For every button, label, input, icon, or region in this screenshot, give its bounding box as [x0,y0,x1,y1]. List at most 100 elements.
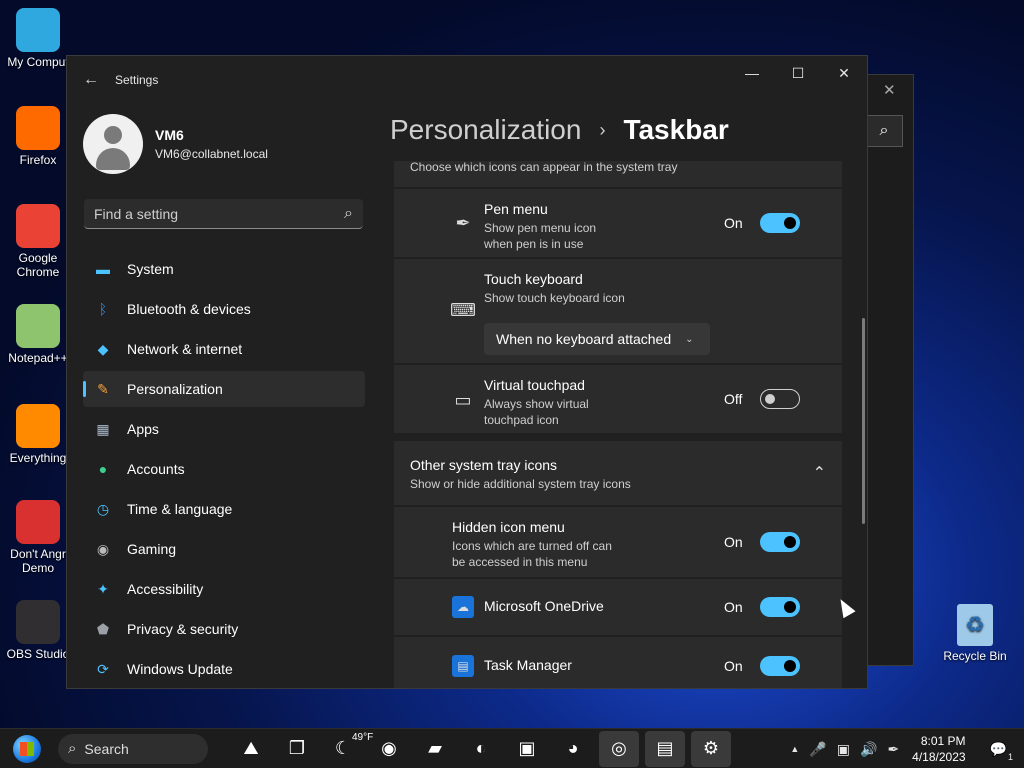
taskbar-search-label: Search [84,740,129,757]
weather-temp: 49°F [352,732,374,743]
content-scrollbar[interactable] [862,318,865,524]
chrome-icon[interactable]: ◕ [553,731,593,767]
sidebar-item-personalization[interactable]: ✎ Personalization [83,371,365,407]
obs-icon [16,600,60,644]
sidebar-item-label: Accessibility [127,581,204,597]
desktop-icon[interactable]: Everything [0,404,76,465]
virtual-touchpad-description: Always show virtual touchpad icon [484,396,589,428]
desktop-icon[interactable]: Don't Angr Demo [0,500,76,575]
desktop-icon-label: Firefox [19,153,57,167]
desktop-icon-label: Google Chrome [16,251,60,279]
sidebar-item-bluetooth-devices[interactable]: ᛒ Bluetooth & devices [83,291,365,327]
task-manager-title: Task Manager [484,657,572,673]
sidebar-item-privacy-security[interactable]: ⬟ Privacy & security [83,611,365,647]
minimize-button[interactable]: — [729,56,775,90]
chevron-up-icon[interactable]: ▲ [790,744,799,754]
network-icon[interactable]: ▣ [837,741,850,758]
widgets-icon[interactable]: ⛰ [231,731,271,767]
pen-menu-desc-line2: when pen is in use [484,237,584,251]
hidden-icon-menu-title: Hidden icon menu [452,519,565,535]
update-icon: ⟳ [97,660,109,677]
clock[interactable]: 8:01 PM 4/18/2023 [912,733,965,765]
microphone-icon[interactable]: 🎤 [809,741,826,758]
page-title: Taskbar [623,114,729,145]
user-profile[interactable]: VM6 VM6@collabnet.local [83,114,268,174]
maximize-button[interactable]: ☐ [775,56,821,90]
sidebar-item-gaming[interactable]: ◉ Gaming [83,531,365,567]
hidden-icon-menu-toggle[interactable] [760,532,800,552]
pen-icon[interactable]: ✒ [887,741,899,758]
desktop-icon[interactable]: OBS Studio [0,600,76,661]
onedrive-toggle[interactable] [760,597,800,617]
system-tray-description: Choose which icons can appear in the sys… [410,161,678,174]
virtual-touchpad-title: Virtual touchpad [484,377,585,393]
file-explorer-icon[interactable]: ▰ [415,731,455,767]
monitor-icon [16,8,60,52]
desktop-icon[interactable]: My Comput [0,8,76,69]
gamepad-icon: ◉ [96,540,110,557]
volume-icon[interactable]: 🔊 [860,741,877,758]
pen-menu-state: On [724,215,743,231]
touch-keyboard-title: Touch keyboard [484,271,583,287]
back-arrow-icon[interactable]: ← [67,71,115,89]
task-view-icon[interactable]: ❐ [277,731,317,767]
sidebar-item-network-internet[interactable]: ◆ Network & internet [83,331,365,367]
obs-icon[interactable]: ◎ [599,730,639,767]
pen-menu-row: ✒ Pen menu Show pen menu icon when pen is… [394,189,842,257]
profile-email: VM6@collabnet.local [155,147,268,161]
pen-menu-toggle[interactable] [760,213,800,233]
desktop-icon-label: Recycle Bin [943,649,1007,663]
desktop-icon-label: My Comput [7,55,69,69]
notification-icon[interactable]: 💬 1 [985,741,1013,762]
sidebar-item-time-language[interactable]: ◷ Time & language [83,491,365,527]
profile-name: VM6 [155,127,184,143]
virtual-touchpad-row: ▭ Virtual touchpad Always show virtual to… [394,365,842,433]
desktop-icon[interactable]: Google Chrome [0,204,76,279]
chevron-up-icon[interactable]: ⌃ [813,463,826,483]
remote-desktop-icon[interactable]: ▤ [645,730,685,767]
sidebar-item-label: System [127,261,174,277]
sidebar-item-windows-update[interactable]: ⟳ Windows Update [83,651,365,687]
touch-keyboard-description: Show touch keyboard icon [484,291,625,305]
search-input[interactable]: Find a setting ⌕ [84,199,363,229]
sidebar-item-accounts[interactable]: ● Accounts [83,451,365,487]
start-button[interactable] [0,729,54,768]
hidden-icon-menu-desc-line2: be accessed in this menu [452,555,588,569]
taskbar-search[interactable]: ⌕ Search [58,733,208,764]
system-icon: ▬ [96,261,110,277]
sidebar-item-label: Accounts [127,461,185,477]
close-icon[interactable]: ✕ [883,81,896,99]
chevron-down-icon: ⌄ [685,333,694,345]
sidebar-item-apps[interactable]: ▦ Apps [83,411,365,447]
edge-icon[interactable]: ◐ [461,731,501,767]
hidden-icon-menu-state: On [724,534,743,550]
settings-icon[interactable]: ⚙ [691,730,731,767]
window-title: Settings [115,73,159,87]
desktop-icon[interactable]: Notepad++ [0,304,76,365]
desktop-icon-recycle-bin[interactable]: ♻ Recycle Bin [937,604,1013,663]
close-button[interactable]: ✕ [821,56,867,90]
background-window[interactable]: ✕ ⌕ [860,74,914,666]
search-icon[interactable]: ⌕ [865,115,903,147]
zoom-icon[interactable]: ◉ [369,731,409,767]
breadcrumb-parent[interactable]: Personalization [390,114,581,146]
touch-keyboard-dropdown[interactable]: When no keyboard attached ⌄ [484,323,710,355]
game-icon [16,500,60,544]
taskbar: ⌕ Search ⛰ ❐ ☾ ◉ ▰ ◐ ▣ ◕ ◎ ▤ ⚙ 49°F ▲ 🎤 ▣ 🔊 ✒ 8:01… [0,728,1024,768]
task-manager-toggle[interactable] [760,656,800,676]
sidebar-item-system[interactable]: ▬ System [83,251,365,287]
accounts-icon: ● [98,461,108,477]
sidebar-nav: ▬ System ᛒ Bluetooth & devices ◆ Network & in… [83,251,365,688]
other-system-tray-icons-header[interactable]: Other system tray icons Show or hide add… [394,441,842,505]
virtual-touchpad-toggle[interactable] [760,389,800,409]
apps-icon: ▦ [96,420,110,437]
firefox-icon [16,106,60,150]
sidebar-item-accessibility[interactable]: ✦ Accessibility [83,571,365,607]
desktop-icon[interactable]: Firefox [0,106,76,167]
onedrive-badge: ☁ [452,596,474,618]
dropdown-selected-value: When no keyboard attached [496,331,672,347]
store-icon[interactable]: ▣ [507,731,547,767]
other-tray-description: Show or hide additional system tray icon… [410,477,631,491]
hidden-icon-menu-desc-line1: Icons which are turned off can [452,539,612,553]
shield-icon: ⬟ [96,620,110,637]
